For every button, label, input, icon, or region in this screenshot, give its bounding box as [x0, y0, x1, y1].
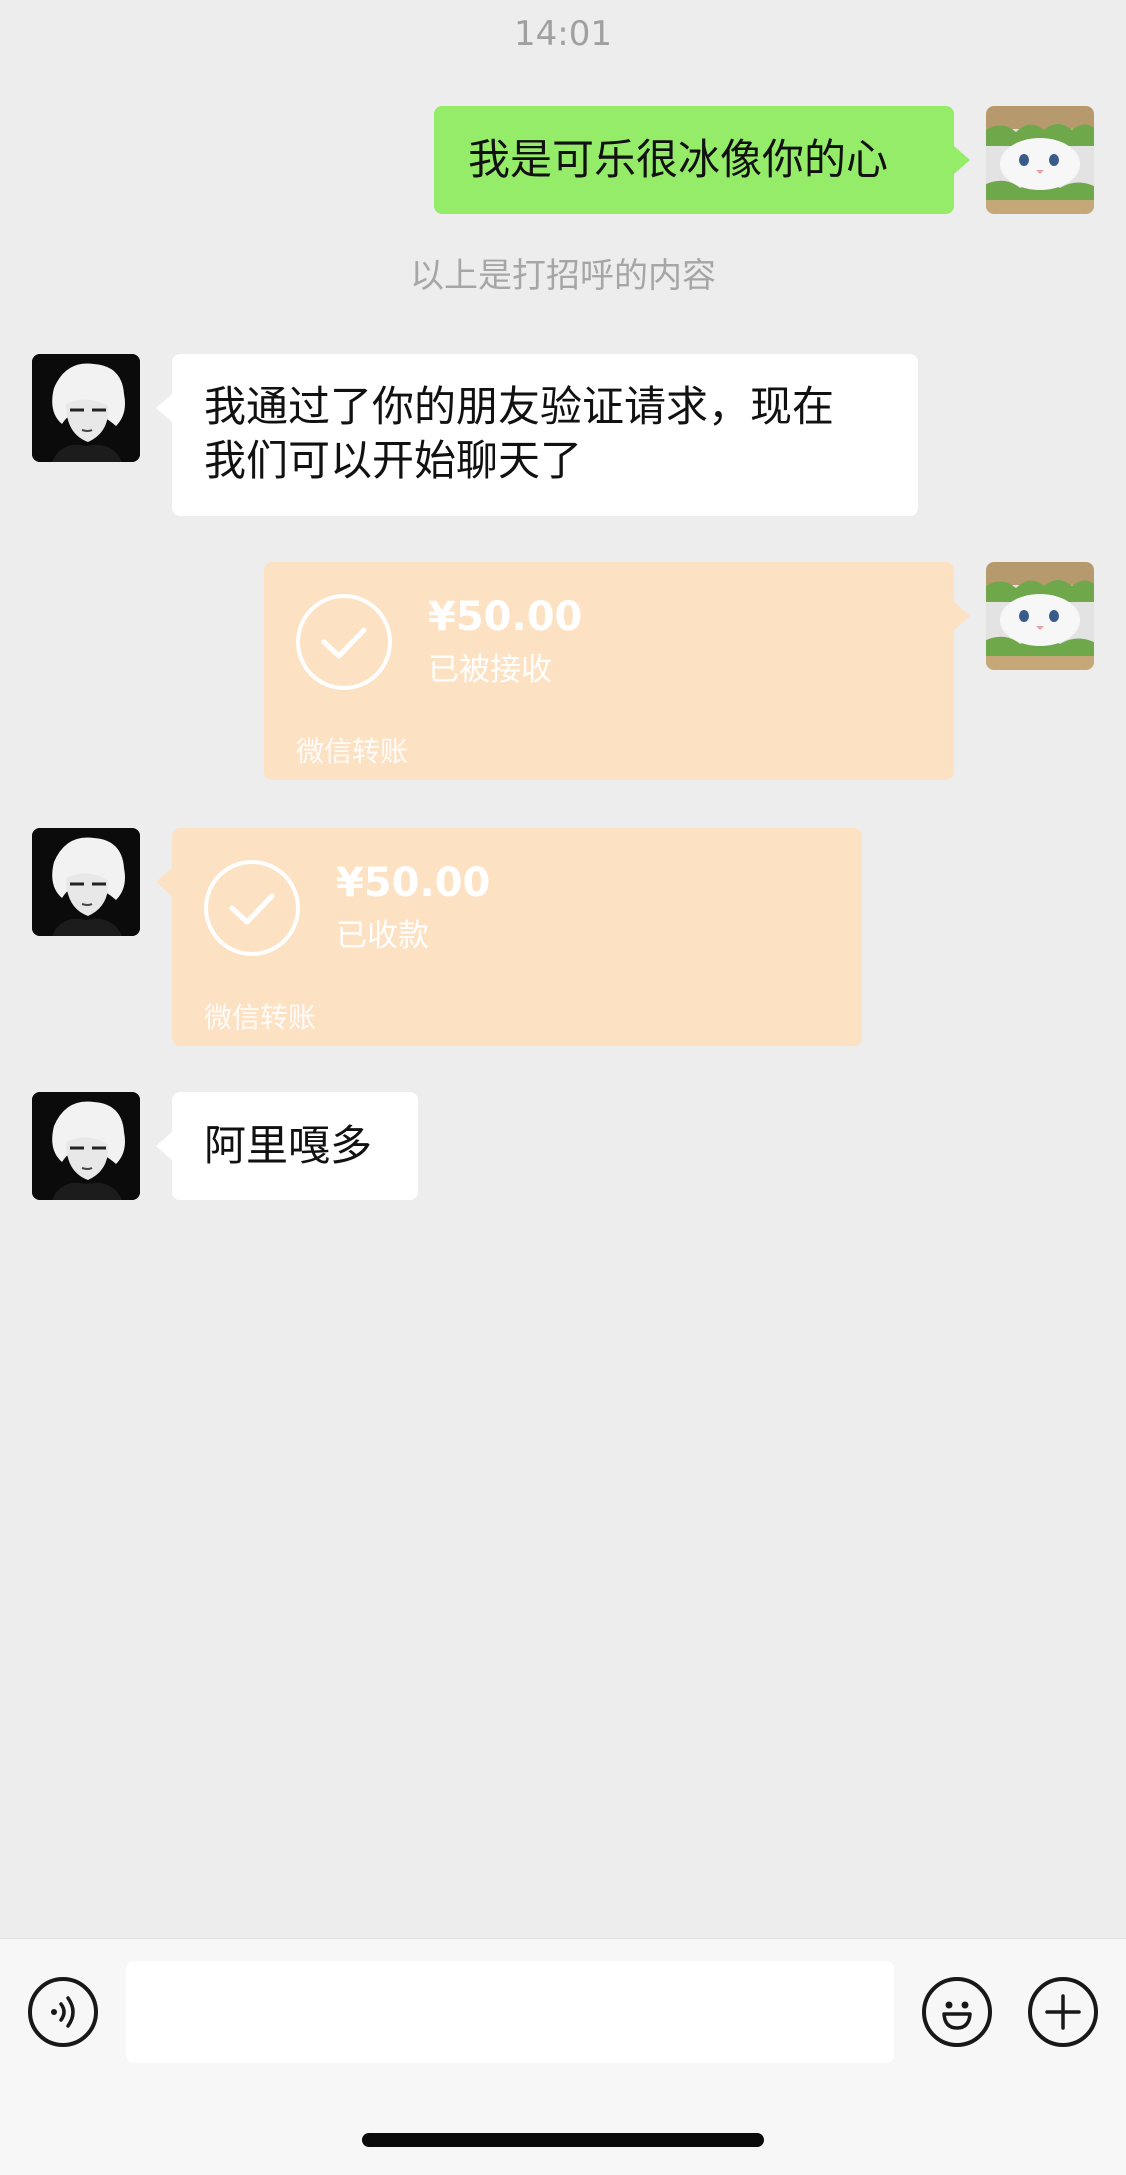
- bubble-tail: [156, 394, 172, 422]
- cat-avatar-image: [986, 562, 1094, 670]
- more-functions-button[interactable]: [1028, 1977, 1098, 2047]
- home-indicator[interactable]: [362, 2133, 764, 2147]
- voice-icon: [51, 1996, 75, 2028]
- message-input[interactable]: [126, 1961, 894, 2063]
- contact-message-bubble[interactable]: 阿里嘎多: [156, 1092, 418, 1200]
- chat-timestamp: 14:01: [514, 14, 612, 54]
- system-notice: 以上是打招呼的内容: [410, 256, 716, 296]
- transfer-status: 已被接收: [428, 652, 552, 688]
- emoji-icon: [942, 2001, 972, 2030]
- contact-message-bubble[interactable]: 我通过了你的朋友验证请求，现在 我们可以开始聊天了: [156, 354, 918, 516]
- voice-toggle-button[interactable]: [28, 1977, 98, 2047]
- message-text-line-2: 我们可以开始聊天了: [204, 436, 583, 485]
- message-text: 阿里嘎多: [204, 1121, 373, 1170]
- check-circle-icon: [296, 594, 392, 690]
- contact-avatar[interactable]: [32, 1092, 140, 1200]
- bubble-tail: [156, 1132, 172, 1160]
- cat-avatar-image: [986, 106, 1094, 214]
- message-text-line-1: 我通过了你的朋友验证请求，现在: [204, 382, 835, 431]
- add-icon: [1045, 1994, 1081, 2030]
- my-avatar[interactable]: [986, 106, 1094, 214]
- check-circle-icon: [204, 860, 300, 956]
- anime-avatar-image: [32, 354, 140, 462]
- contact-avatar[interactable]: [32, 354, 140, 462]
- contact-transfer-card[interactable]: ¥50.00 已收款 微信转账: [156, 828, 862, 1046]
- anime-avatar-image: [32, 828, 140, 936]
- transfer-footer-label: 微信转账: [204, 1001, 317, 1034]
- contact-avatar[interactable]: [32, 828, 140, 936]
- my-transfer-card[interactable]: ¥50.00 已被接收 微信转账: [264, 562, 970, 780]
- transfer-amount: ¥50.00: [336, 860, 491, 906]
- bubble-tail: [954, 146, 970, 174]
- my-avatar[interactable]: [986, 562, 1094, 670]
- my-message-bubble[interactable]: 我是可乐很冰像你的心: [434, 106, 970, 214]
- transfer-amount: ¥50.00: [428, 594, 583, 640]
- message-text: 我是可乐很冰像你的心: [468, 135, 889, 184]
- bubble-tail: [954, 602, 970, 630]
- bubble-tail: [156, 868, 172, 896]
- anime-avatar-image: [32, 1092, 140, 1200]
- transfer-footer-label: 微信转账: [296, 735, 409, 768]
- transfer-status: 已收款: [336, 918, 429, 954]
- emoji-button[interactable]: [922, 1977, 992, 2047]
